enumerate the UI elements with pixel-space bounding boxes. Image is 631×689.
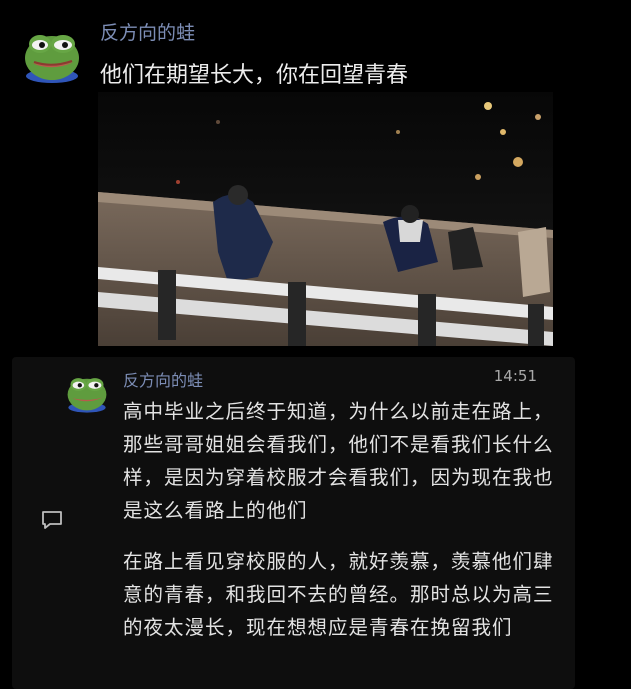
post-author-name[interactable]: 反方向的蛙 (100, 18, 195, 45)
quote-timestamp: 14:51 (493, 367, 537, 385)
post-photo[interactable] (98, 92, 553, 346)
quote-paragraph-2: 在路上看见穿校服的人，就好羡慕，羡慕他们肆意的青春，和我回不去的曾经。那时总以为… (123, 550, 554, 639)
avatar[interactable] (64, 367, 110, 415)
quote-paragraph-1: 高中毕业之后终于知道，为什么以前走在路上，那些哥哥姐姐会看我们，他们不是看我们长… (123, 400, 554, 522)
quoted-message-card[interactable]: 反方向的蛙 14:51 高中毕业之后终于知道，为什么以前走在路上，那些哥哥姐姐会… (12, 357, 575, 689)
comment-icon[interactable] (40, 509, 64, 531)
post-text: 他们在期望长大，你在回望青春 (100, 63, 409, 88)
avatar[interactable] (20, 22, 84, 84)
quote-author-name[interactable]: 反方向的蛙 (123, 367, 203, 391)
